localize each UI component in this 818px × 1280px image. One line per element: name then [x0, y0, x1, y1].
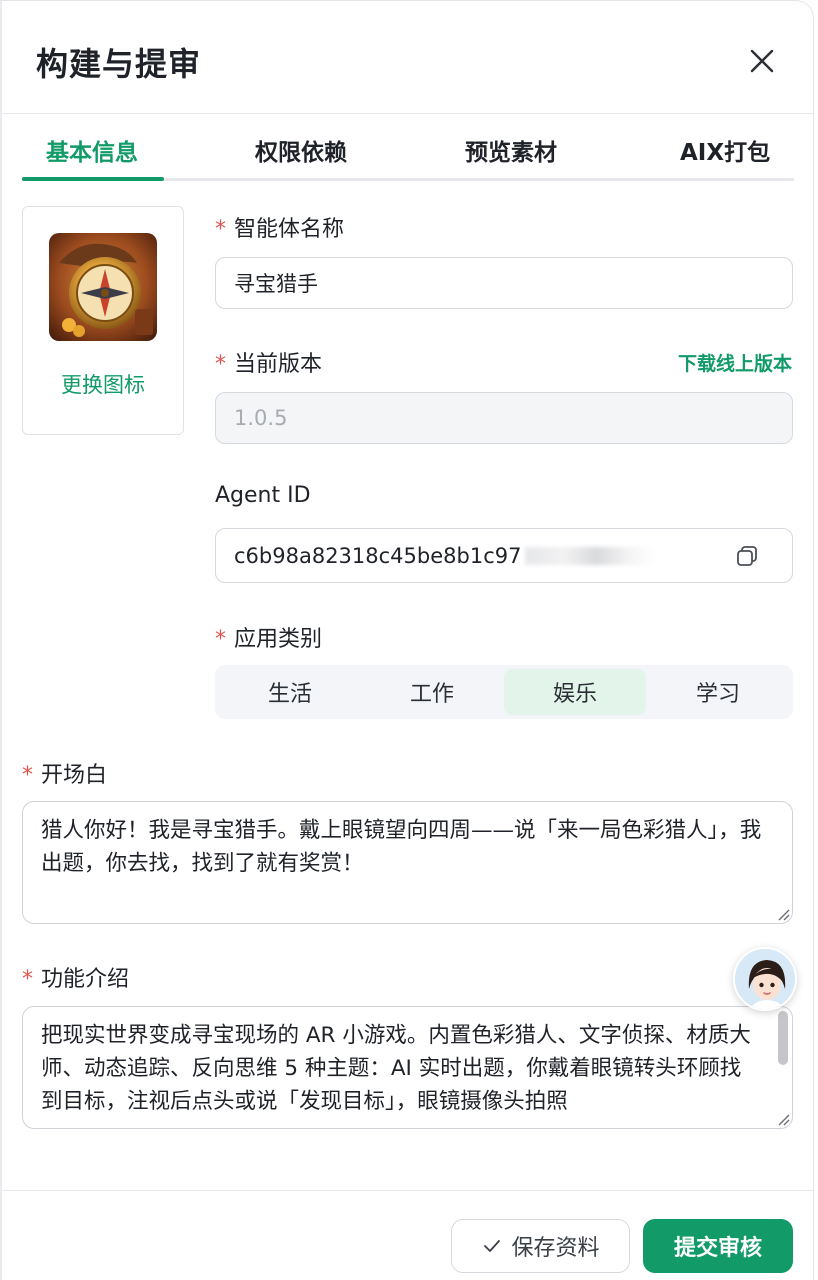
- download-online-version-link[interactable]: 下载线上版本: [640, 349, 792, 376]
- category-label-text: 应用类别: [234, 627, 323, 652]
- intro-textarea[interactable]: 把现实世界变成寻宝现场的 AR 小游戏。内置色彩猎人、文字侦探、材质大师、动态追…: [22, 1006, 793, 1129]
- dialog-title: 构建与提审: [36, 45, 202, 83]
- agent-id-value: c6b98a82318c45be8b1c97: [234, 543, 522, 568]
- dialog-footer: 保存资料 提交审核: [0, 1190, 813, 1280]
- category-segmented-control: 生活 工作 娱乐 学习: [215, 665, 793, 719]
- active-tab-indicator: [22, 177, 164, 181]
- category-option-entertainment[interactable]: 娱乐: [504, 669, 646, 715]
- category-label: * 应用类别: [215, 621, 322, 653]
- intro-scrollbar[interactable]: [778, 1011, 788, 1065]
- save-button[interactable]: 保存资料: [451, 1219, 630, 1273]
- version-input: 1.0.5: [215, 392, 793, 444]
- agent-name-label: * 智能体名称: [215, 211, 344, 243]
- intro-text: 把现实世界变成寻宝现场的 AR 小游戏。内置色彩猎人、文字侦探、材质大师、动态追…: [41, 1023, 751, 1114]
- category-option-work[interactable]: 工作: [361, 669, 503, 715]
- resize-handle-icon[interactable]: [776, 907, 790, 921]
- icon-panel: 更换图标: [22, 206, 184, 435]
- required-mark: *: [22, 967, 33, 992]
- close-icon[interactable]: [744, 43, 780, 79]
- dialog-header: 构建与提审: [0, 1, 813, 114]
- submit-review-button[interactable]: 提交审核: [643, 1219, 793, 1273]
- required-mark: *: [215, 627, 226, 652]
- version-label: * 当前版本: [215, 346, 322, 378]
- category-option-study[interactable]: 学习: [647, 669, 789, 715]
- tab-basic-info[interactable]: 基本信息: [46, 133, 138, 167]
- agent-id-field[interactable]: c6b98a82318c45be8b1c97: [215, 528, 793, 583]
- check-icon: [484, 1240, 501, 1252]
- intro-label: * 功能介绍: [22, 961, 129, 993]
- intro-label-text: 功能介绍: [41, 967, 130, 992]
- category-option-life[interactable]: 生活: [219, 669, 361, 715]
- tab-aix-package[interactable]: AIX打包: [680, 133, 770, 167]
- agent-name-label-text: 智能体名称: [234, 217, 345, 242]
- assistant-avatar[interactable]: [733, 947, 797, 1011]
- opening-label-text: 开场白: [41, 763, 108, 788]
- opening-text: 猎人你好！我是寻宝猎手。戴上眼镜望向四周——说「来一局色彩猎人」，我出题，你去找…: [41, 818, 762, 876]
- opening-textarea[interactable]: 猎人你好！我是寻宝猎手。戴上眼镜望向四周——说「来一局色彩猎人」，我出题，你去找…: [22, 801, 793, 924]
- version-label-text: 当前版本: [234, 352, 323, 377]
- resize-handle-icon[interactable]: [776, 1112, 790, 1126]
- required-mark: *: [215, 217, 226, 242]
- build-submit-dialog: 构建与提审 基本信息 权限依赖 预览素材 AIX打包 更换图标 * 智能体名称 …: [0, 0, 814, 1280]
- tab-bar: 基本信息 权限依赖 预览素材 AIX打包: [22, 119, 794, 181]
- dialog-left-edge: [0, 1, 2, 1280]
- app-icon-compass[interactable]: [49, 233, 157, 341]
- opening-label: * 开场白: [22, 757, 107, 789]
- save-button-label: 保存资料: [511, 1236, 600, 1261]
- agent-id-label: Agent ID: [215, 483, 311, 508]
- required-mark: *: [215, 352, 226, 377]
- agent-name-input[interactable]: 寻宝猎手: [215, 257, 793, 309]
- redacted-blur: [525, 546, 656, 565]
- tab-preview-assets[interactable]: 预览素材: [465, 133, 557, 167]
- change-icon-link[interactable]: 更换图标: [23, 369, 183, 399]
- tab-permissions[interactable]: 权限依赖: [255, 133, 347, 167]
- copy-icon[interactable]: [734, 543, 760, 569]
- required-mark: *: [22, 763, 33, 788]
